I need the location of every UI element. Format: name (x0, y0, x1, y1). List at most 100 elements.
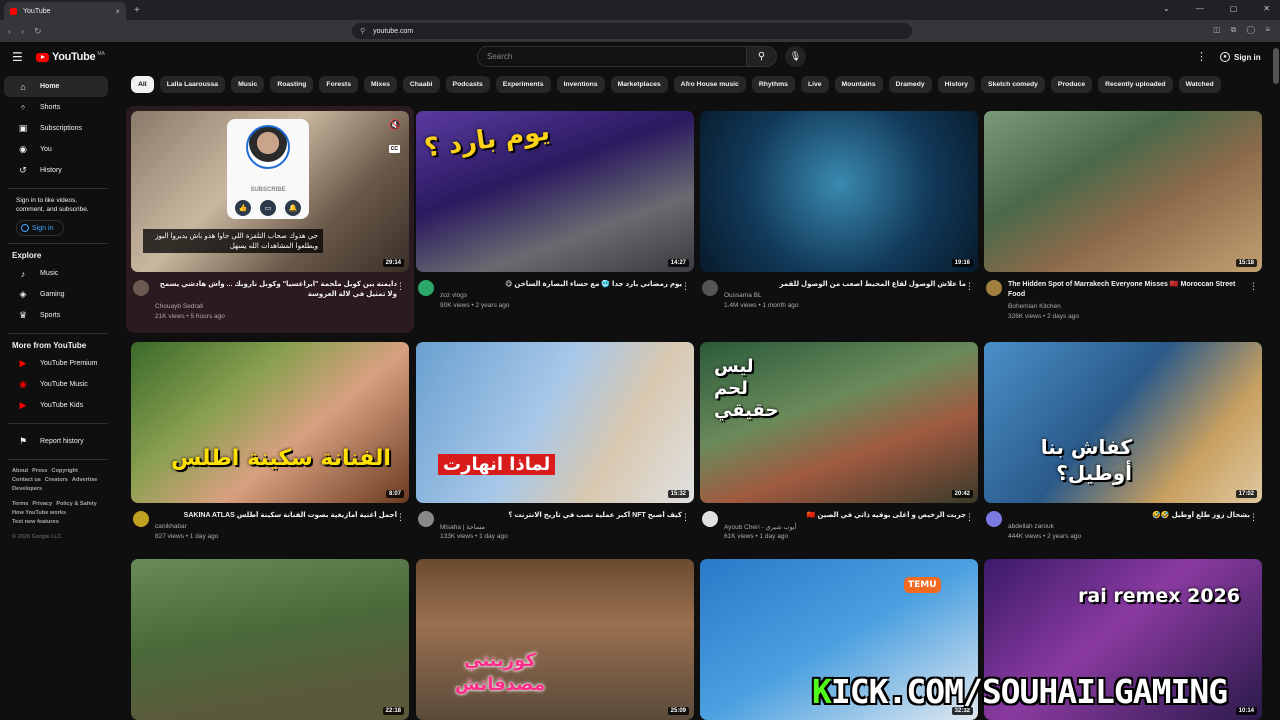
channel-avatar[interactable] (702, 511, 718, 527)
channel-avatar[interactable] (986, 280, 1002, 296)
video-title[interactable]: كيف أصبح NFT أكبر عملية نصب في تاريخ الا… (440, 511, 682, 521)
microphone-icon[interactable]: 🎙 (785, 46, 806, 67)
video-title[interactable]: جربت الرخيص و أغلى بوفيه ذاتي في الصين 🇨… (724, 511, 966, 521)
chip[interactable]: Sketch comedy (981, 76, 1045, 93)
video-thumbnail[interactable]: كفاش بنا أوطيل؟ 17:02 (984, 342, 1262, 503)
menu-icon[interactable]: ☰ (12, 50, 23, 64)
sidebar-item-youtube-music[interactable]: ◉ YouTube Music (4, 374, 108, 395)
chip[interactable]: Experiments (495, 76, 551, 93)
tab-close-icon[interactable]: × (115, 7, 120, 16)
channel-name[interactable]: canikhabar (155, 523, 187, 530)
channel-name[interactable]: Bohemian Kitchen (1008, 303, 1061, 310)
video-card[interactable]: يوم بارد ؟ 14:27 يوم رمضاني بارد جدا 🥶 م… (416, 111, 694, 330)
video-title[interactable]: The Hidden Spot of Marrakech Everyone Mi… (1008, 280, 1250, 300)
video-thumbnail[interactable]: لماذا انهارت 15:32 (416, 342, 694, 503)
video-card[interactable]: 15:18 The Hidden Spot of Marrakech Every… (984, 111, 1262, 330)
sidebar-item-youtube-kids[interactable]: ▶ YouTube Kids (4, 395, 108, 416)
chip[interactable]: Inventions (556, 76, 605, 93)
video-card[interactable]: كفاش بنا أوطيل؟ 17:02 بشحال زوز طلع أوطي… (984, 342, 1262, 561)
video-thumbnail[interactable]: ليس لحم حقيقي 20:42 (700, 342, 978, 503)
footer-link-policy-safety[interactable]: Policy & Safety (56, 501, 96, 507)
channel-avatar[interactable] (986, 511, 1002, 527)
more-actions-icon[interactable]: ⋮ (396, 281, 405, 292)
channel-avatar[interactable] (133, 280, 149, 296)
chip[interactable]: Podcasts (445, 76, 490, 93)
new-tab-button[interactable]: + (134, 5, 140, 16)
settings-more-icon[interactable]: ⋮ (1196, 50, 1207, 63)
more-actions-icon[interactable]: ⋮ (681, 281, 690, 292)
chip[interactable]: Live (800, 76, 829, 93)
more-actions-icon[interactable]: ⋮ (681, 512, 690, 523)
video-card[interactable]: 22:18 (131, 559, 409, 720)
video-title[interactable]: يوم رمضاني بارد جدا 🥶 مع حساء البصارة ال… (440, 280, 682, 290)
more-actions-icon[interactable]: ⋮ (1249, 512, 1258, 523)
video-thumbnail[interactable]: الفنانة سكينة اطلس 8:07 (131, 342, 409, 503)
channel-name[interactable]: Misaha | مساحة (440, 523, 485, 531)
video-card[interactable]: SUBSCRIBE 👍 ▭ 🔔 🔇 CC جي هذوك صحاب التلفز… (126, 106, 414, 333)
channel-name[interactable]: zoz vlogs (440, 292, 467, 299)
chip[interactable]: Rhythms (751, 76, 795, 93)
search-icon[interactable]: ⚲ (747, 46, 777, 67)
chip[interactable]: Forests (319, 76, 358, 93)
chip[interactable]: Mountains (834, 76, 883, 93)
sidebar-item-you[interactable]: ◉ You (4, 139, 108, 160)
sidebar-item-shorts[interactable]: ᛜ Shorts (4, 97, 108, 118)
channel-name[interactable]: Chouayb Sedrati (155, 303, 203, 310)
video-card[interactable]: كوزينتي مصدقاتش 25:09 (416, 559, 694, 720)
like-icon[interactable]: 👍 (235, 200, 251, 216)
more-actions-icon[interactable]: ⋮ (1249, 281, 1258, 292)
mute-icon[interactable]: 🔇 (389, 120, 401, 131)
footer-link-how-youtube-works[interactable]: How YouTube works (12, 510, 66, 516)
video-thumbnail[interactable]: كوزينتي مصدقاتش 25:09 (416, 559, 694, 720)
chip[interactable]: Watched (1178, 76, 1221, 93)
close-window-button[interactable]: ✕ (1263, 4, 1270, 13)
channel-name[interactable]: Ayoub Cheri - أيوب شيري (724, 523, 796, 531)
video-thumbnail[interactable]: 19:16 (700, 111, 978, 272)
chip[interactable]: Marketplaces (610, 76, 668, 93)
channel-avatar[interactable] (418, 280, 434, 296)
search-input[interactable] (477, 46, 747, 67)
footer-link-terms[interactable]: Terms (12, 501, 28, 507)
video-card[interactable]: ليس لحم حقيقي 20:42 جربت الرخيص و أغلى ب… (700, 342, 978, 561)
captions-icon[interactable]: CC (388, 145, 400, 153)
footer-link-developers[interactable]: Developers (12, 486, 42, 492)
sidebar-item-music[interactable]: ♪ Music (4, 263, 108, 284)
chip[interactable]: Chaabi (402, 76, 440, 93)
page-scrollbar[interactable] (1272, 42, 1280, 720)
more-actions-icon[interactable]: ⋮ (965, 281, 974, 292)
sidebar-item-history[interactable]: ↺ History (4, 160, 108, 181)
address-bar[interactable]: ⚲ youtube.com (352, 23, 912, 39)
channel-avatar[interactable] (418, 511, 434, 527)
video-title[interactable]: ما علاش الوصول لقاع المحيط أصعب من الوصو… (724, 280, 967, 290)
chip[interactable]: Afro House music (673, 76, 746, 93)
video-title[interactable]: دايمنة بين كوبل ملحمة "ابراغسيا" وكوبل ن… (155, 280, 397, 300)
more-actions-icon[interactable]: ⋮ (396, 512, 405, 523)
sidebar-item-subscriptions[interactable]: ▣ Subscriptions (4, 118, 108, 139)
chip[interactable]: Music (231, 76, 265, 93)
chip[interactable]: Mixes (363, 76, 397, 93)
more-actions-icon[interactable]: ⋮ (965, 512, 974, 523)
footer-link-about[interactable]: About (12, 468, 28, 474)
scrollbar-thumb[interactable] (1273, 48, 1279, 84)
reload-icon[interactable]: ↻ (34, 26, 42, 37)
chip[interactable]: Produce (1050, 76, 1093, 93)
sidebar-item-gaming[interactable]: ◈ Gaming (4, 284, 108, 305)
video-card[interactable]: لماذا انهارت 15:32 كيف أصبح NFT أكبر عمل… (416, 342, 694, 561)
comment-icon[interactable]: ▭ (260, 200, 276, 216)
sidebar-icon[interactable]: ◫ (1213, 25, 1221, 35)
video-thumbnail[interactable]: يوم بارد ؟ 14:27 (416, 111, 694, 272)
channel-avatar[interactable] (133, 511, 149, 527)
footer-link-test-new-features[interactable]: Test new features (12, 519, 59, 525)
chip[interactable]: Roasting (270, 76, 314, 93)
channel-name[interactable]: Oussama BL (724, 292, 762, 299)
footer-link-creators[interactable]: Creators (45, 477, 68, 483)
channel-avatar[interactable] (702, 280, 718, 296)
site-info-icon[interactable]: ⚲ (360, 27, 365, 35)
video-title[interactable]: بشحال زوز طلع أوطيل 🤣🤣 (1008, 511, 1250, 521)
sidebar-item-home[interactable]: ⌂ Home (4, 76, 108, 97)
chip[interactable]: Recently uploaded (1098, 76, 1173, 93)
youtube-logo[interactable]: YouTube MA (36, 51, 105, 63)
subscribe-label[interactable]: SUBSCRIBE (227, 187, 309, 193)
bell-icon[interactable]: 🔔 (285, 200, 301, 216)
chip[interactable]: All (131, 76, 154, 93)
